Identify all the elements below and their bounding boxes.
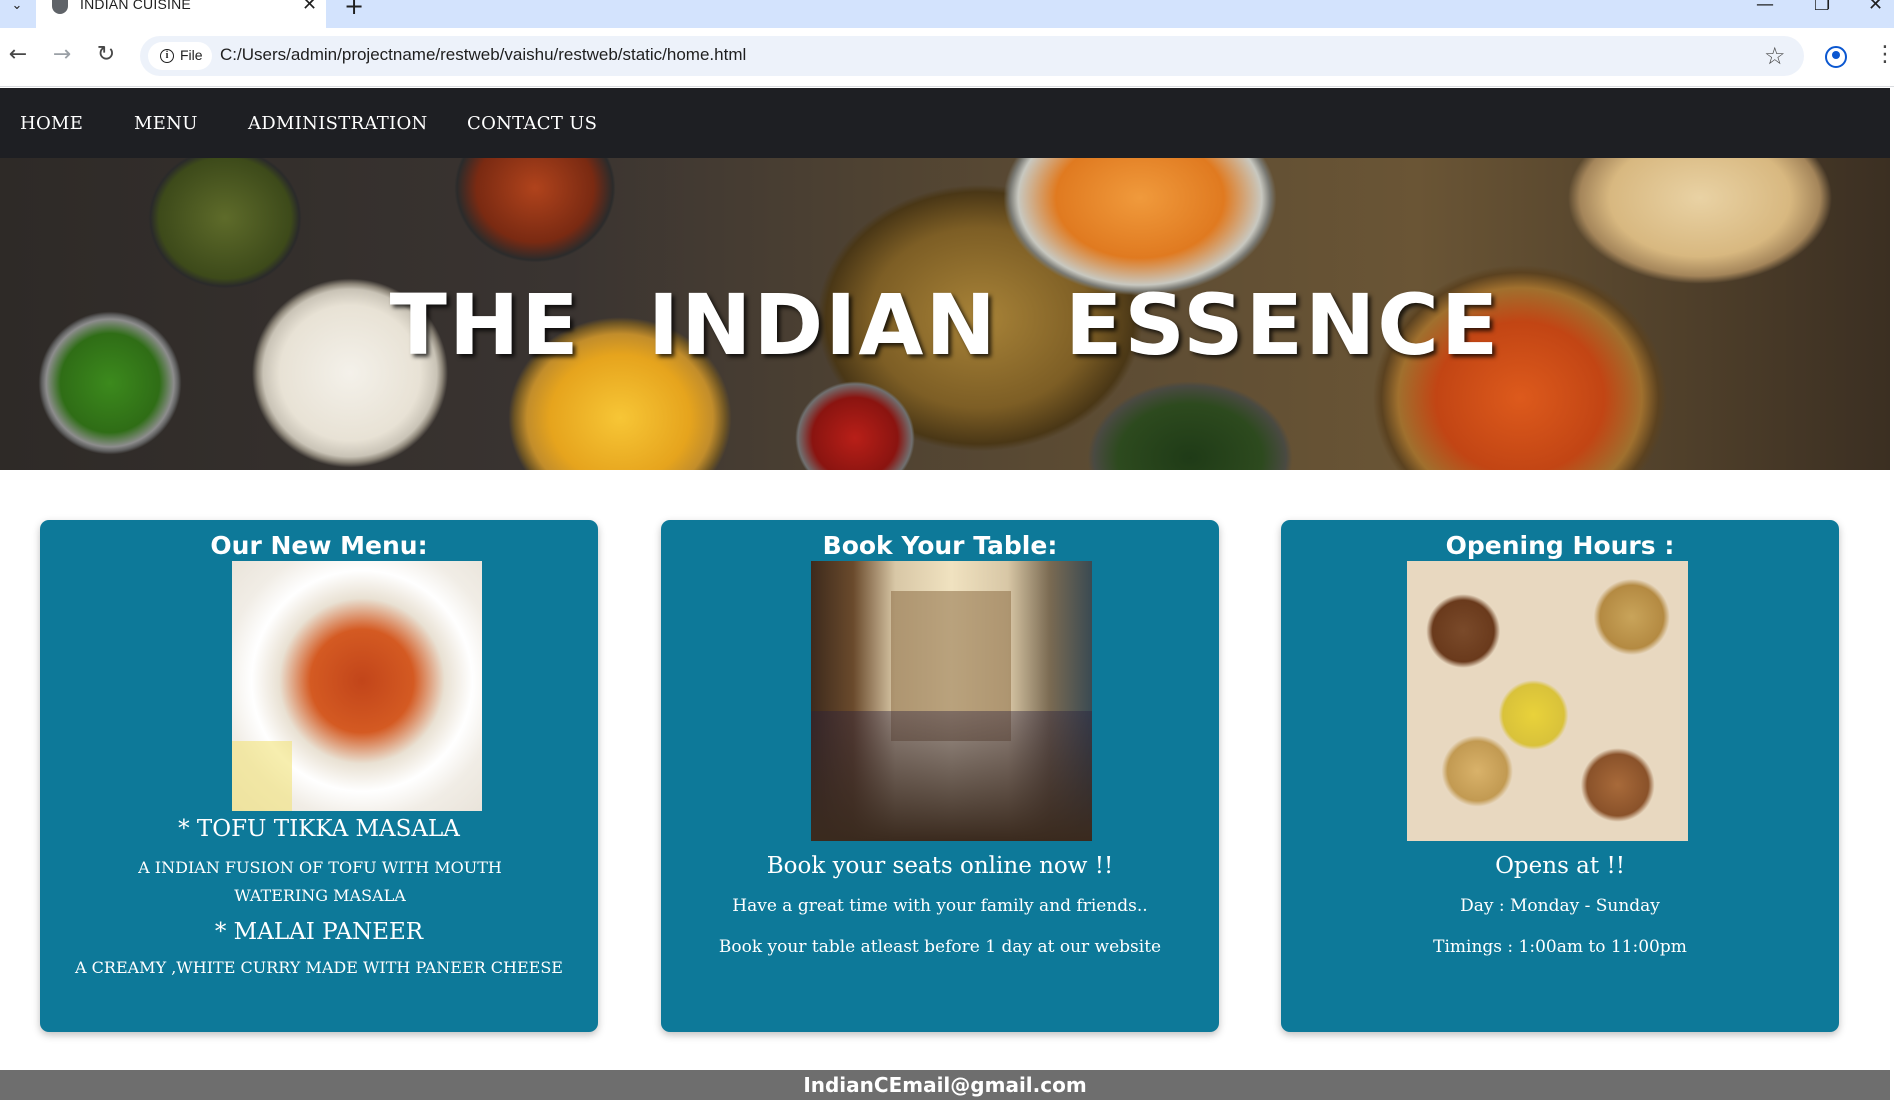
menu-item-name: * MALAI PANEER	[214, 919, 424, 945]
footer-email[interactable]: IndianCEmail@gmail.com	[0, 1070, 1890, 1100]
new-tab-plus-icon[interactable]: +	[344, 0, 364, 20]
minimize-icon[interactable]: —	[1756, 0, 1774, 15]
book-table-card: Book Your Table: Book your seats online …	[661, 520, 1219, 1032]
hero-title: THE INDIAN ESSENCE	[389, 276, 1501, 374]
globe-favicon-icon	[52, 0, 68, 14]
reload-icon[interactable]: ↻	[94, 42, 118, 67]
forward-arrow-icon[interactable]: →	[50, 42, 74, 67]
snack-platter-image	[1407, 561, 1688, 841]
site-info-label: File	[180, 47, 203, 63]
restaurant-interior-image	[811, 561, 1092, 841]
browser-toolbar: ← → ↻ i File C:/Users/admin/projectname/…	[0, 28, 1894, 87]
kebab-menu-icon[interactable]: ⋮	[1874, 44, 1894, 66]
site-navbar: HOME MENU ADMINISTRATION CONTACT US	[0, 88, 1890, 158]
hero-banner: THE INDIAN ESSENCE	[0, 158, 1890, 470]
hours-timings: Timings : 1:00am to 11:00pm	[1433, 937, 1687, 957]
booking-line-2: Book your table atleast before 1 day at …	[718, 937, 1162, 957]
menu-item-description: A CREAMY ,WHITE CURRY MADE WITH PANEER C…	[75, 958, 563, 977]
browser-tabstrip: ⌄ INDIAN CUISINE ✕ + — ❐ ✕	[0, 0, 1894, 28]
booking-subheading: Book your seats online now !!	[766, 853, 1114, 879]
window-close-icon[interactable]: ✕	[1868, 0, 1883, 15]
card-heading: Book Your Table:	[822, 531, 1058, 560]
nav-menu-link[interactable]: MENU	[134, 113, 198, 134]
card-heading: Opening Hours :	[1445, 531, 1675, 560]
bookmark-star-icon[interactable]: ☆	[1764, 42, 1786, 70]
nav-home-link[interactable]: HOME	[20, 113, 83, 134]
hours-days: Day : Monday - Sunday	[1460, 896, 1660, 916]
address-bar[interactable]: i File C:/Users/admin/projectname/restwe…	[140, 36, 1804, 76]
profile-icon[interactable]	[1825, 46, 1847, 68]
site-info-chip[interactable]: i File	[148, 42, 212, 70]
browser-tab[interactable]: INDIAN CUISINE ✕	[36, 0, 326, 28]
nav-administration-link[interactable]: ADMINISTRATION	[248, 113, 428, 134]
hours-subheading: Opens at !!	[1495, 853, 1625, 879]
card-heading: Our New Menu:	[210, 531, 428, 560]
tofu-tikka-masala-image	[232, 561, 482, 811]
new-menu-card: Our New Menu: * TOFU TIKKA MASALA A INDI…	[40, 520, 598, 1032]
tab-title: INDIAN CUISINE	[80, 0, 191, 12]
opening-hours-card: Opening Hours : Opens at !! Day : Monday…	[1281, 520, 1839, 1032]
back-arrow-icon[interactable]: ←	[6, 42, 30, 67]
menu-item-description: A INDIAN FUSION OF TOFU WITH MOUTH WATER…	[138, 858, 502, 905]
restore-icon[interactable]: ❐	[1814, 0, 1830, 15]
info-icon: i	[160, 49, 174, 63]
nav-contact-link[interactable]: CONTACT US	[467, 113, 597, 134]
tab-close-icon[interactable]: ✕	[302, 0, 317, 15]
tab-search-chevron-icon[interactable]: ⌄	[6, 0, 28, 18]
menu-item-name: * TOFU TIKKA MASALA	[178, 816, 460, 842]
booking-line-1: Have a great time with your family and f…	[732, 896, 1148, 916]
url-text[interactable]: C:/Users/admin/projectname/restweb/vaish…	[220, 45, 746, 65]
